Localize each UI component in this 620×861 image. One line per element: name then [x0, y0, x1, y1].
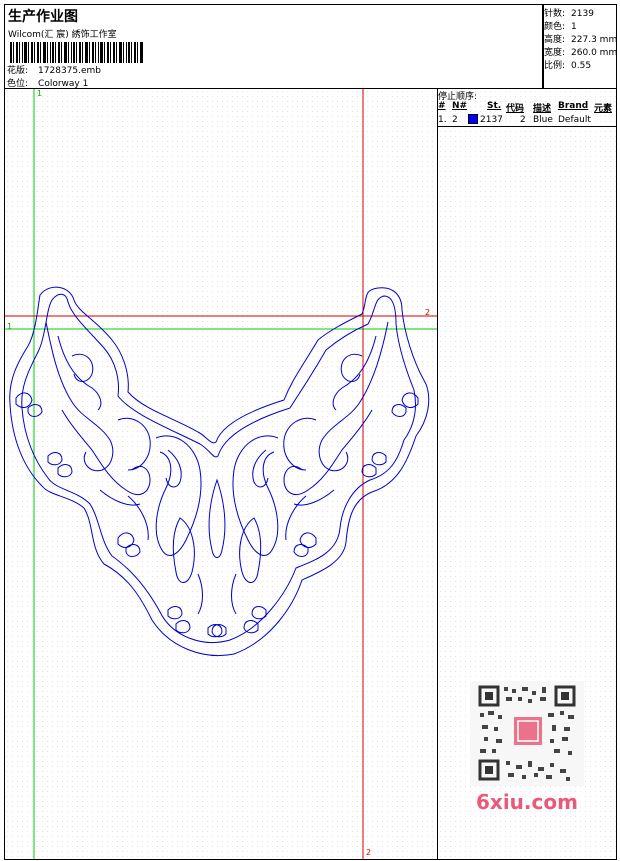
guide-label-h2: 2: [425, 308, 431, 317]
guide-label-v2: 2: [366, 848, 372, 857]
guide-label-h1: 1: [7, 322, 13, 331]
design-outline: [9, 286, 430, 656]
qr-code-watermark: [470, 681, 584, 786]
guide-label-v1: 1: [37, 89, 43, 98]
watermark-text: 6xiu.com: [476, 790, 578, 814]
qr-code-image: [478, 685, 576, 781]
